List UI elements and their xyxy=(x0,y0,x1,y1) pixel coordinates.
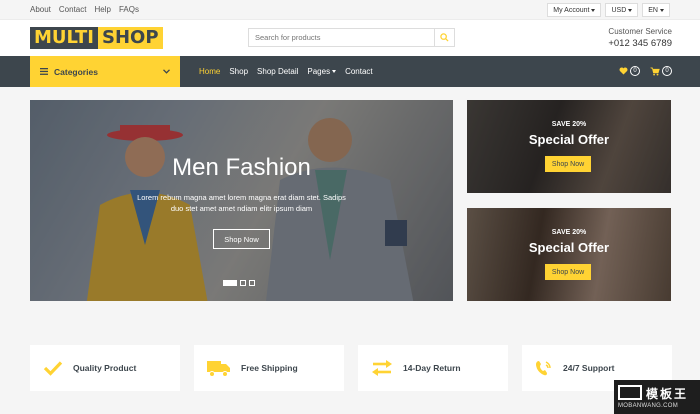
customer-service-phone: +012 345 6789 xyxy=(608,38,672,49)
offer-shop-now-button[interactable]: Shop Now xyxy=(545,264,591,280)
feature-label: 14-Day Return xyxy=(403,363,461,373)
wishlist-count: 0 xyxy=(630,66,640,76)
caret-down-icon xyxy=(332,70,337,73)
logo[interactable]: MULTI SHOP xyxy=(30,27,163,49)
hero-title: Men Fashion xyxy=(172,154,311,181)
main-menu: Home Shop Shop Detail Pages Contact xyxy=(199,56,373,87)
carousel-indicator[interactable] xyxy=(249,280,255,286)
nav-item-pages-label: Pages xyxy=(307,67,331,76)
nav-item-pages[interactable]: Pages xyxy=(307,67,337,76)
logo-part-1: MULTI xyxy=(30,27,98,49)
nav-item-shop-detail[interactable]: Shop Detail xyxy=(257,67,298,76)
carousel-indicator[interactable] xyxy=(240,280,246,286)
search-icon xyxy=(440,33,449,42)
feature-label: 24/7 Support xyxy=(563,363,615,373)
caret-down-icon xyxy=(660,8,664,12)
offer-save-label: SAVE 20% xyxy=(551,121,587,128)
top-link-help[interactable]: Help xyxy=(94,5,110,14)
search-button[interactable] xyxy=(434,29,454,46)
shopping-cart-icon xyxy=(650,67,660,76)
top-links: About Contact Help FAQs xyxy=(30,5,139,14)
top-dropdowns: My Account USD EN xyxy=(547,3,670,17)
exchange-icon xyxy=(372,360,392,376)
nav-item-contact[interactable]: Contact xyxy=(345,67,373,76)
logo-part-2: SHOP xyxy=(98,27,163,49)
currency-dropdown[interactable]: USD xyxy=(605,3,639,17)
offer-title: Special Offer xyxy=(528,132,610,147)
hero-carousel[interactable]: Men Fashion Lorem rebum magna amet lorem… xyxy=(30,100,453,301)
feature-14-day-return: 14-Day Return xyxy=(358,345,508,391)
nav-icons: 0 0 xyxy=(619,66,672,76)
brand-row: MULTI SHOP Customer Service +012 345 678… xyxy=(0,20,700,56)
caret-down-icon xyxy=(591,8,596,12)
my-account-label: My Account xyxy=(553,6,590,14)
carousel-indicators xyxy=(223,280,255,286)
truck-icon xyxy=(207,360,230,377)
offer-shop-now-button[interactable]: Shop Now xyxy=(545,156,591,172)
check-icon xyxy=(43,361,63,376)
top-link-contact[interactable]: Contact xyxy=(59,5,87,14)
categories-label: Categories xyxy=(54,66,98,77)
wishlist-button[interactable]: 0 xyxy=(619,66,640,76)
customer-service: Customer Service +012 345 6789 xyxy=(608,27,672,49)
cart-button[interactable]: 0 xyxy=(650,66,672,76)
heart-icon xyxy=(619,67,628,75)
nav-item-shop[interactable]: Shop xyxy=(229,67,248,76)
search-box xyxy=(248,28,455,47)
cart-count: 0 xyxy=(662,66,672,76)
customer-service-label: Customer Service xyxy=(608,27,672,36)
watermark: 模板王 MOBANWANG.COM xyxy=(614,380,700,414)
top-bar: About Contact Help FAQs My Account USD E… xyxy=(0,0,700,20)
offer-card[interactable]: SAVE 20% Special Offer Shop Now xyxy=(467,208,671,301)
hero-description: Lorem rebum magna amet lorem magna erat … xyxy=(137,193,346,213)
hero-shop-now-button[interactable]: Shop Now xyxy=(213,229,270,249)
watermark-logo xyxy=(618,385,642,400)
top-link-faqs[interactable]: FAQs xyxy=(119,5,139,14)
language-label: EN xyxy=(648,6,658,14)
my-account-dropdown[interactable]: My Account xyxy=(547,3,602,17)
chevron-down-icon xyxy=(163,69,170,74)
feature-free-shipping: Free Shipping xyxy=(194,345,344,391)
watermark-url: MOBANWANG.COM xyxy=(618,403,679,409)
feature-quality-product: Quality Product xyxy=(30,345,180,391)
language-dropdown[interactable]: EN xyxy=(642,3,670,17)
feature-label: Free Shipping xyxy=(241,363,298,373)
search-input[interactable] xyxy=(249,29,434,46)
bars-icon xyxy=(40,68,48,75)
currency-label: USD xyxy=(611,6,627,14)
categories-toggle[interactable]: Categories xyxy=(30,56,180,87)
carousel-indicator[interactable] xyxy=(223,280,237,286)
watermark-cn: 模板王 xyxy=(646,387,689,401)
top-link-about[interactable]: About xyxy=(30,5,51,14)
phone-volume-icon xyxy=(536,361,551,376)
offer-title: Special Offer xyxy=(528,240,610,255)
caret-down-icon xyxy=(628,8,633,12)
navbar: Categories Home Shop Shop Detail Pages C… xyxy=(0,56,700,87)
offer-save-label: SAVE 20% xyxy=(551,229,587,236)
feature-label: Quality Product xyxy=(73,363,137,373)
offer-card[interactable]: SAVE 20% Special Offer Shop Now xyxy=(467,100,671,193)
nav-item-home[interactable]: Home xyxy=(199,67,220,76)
